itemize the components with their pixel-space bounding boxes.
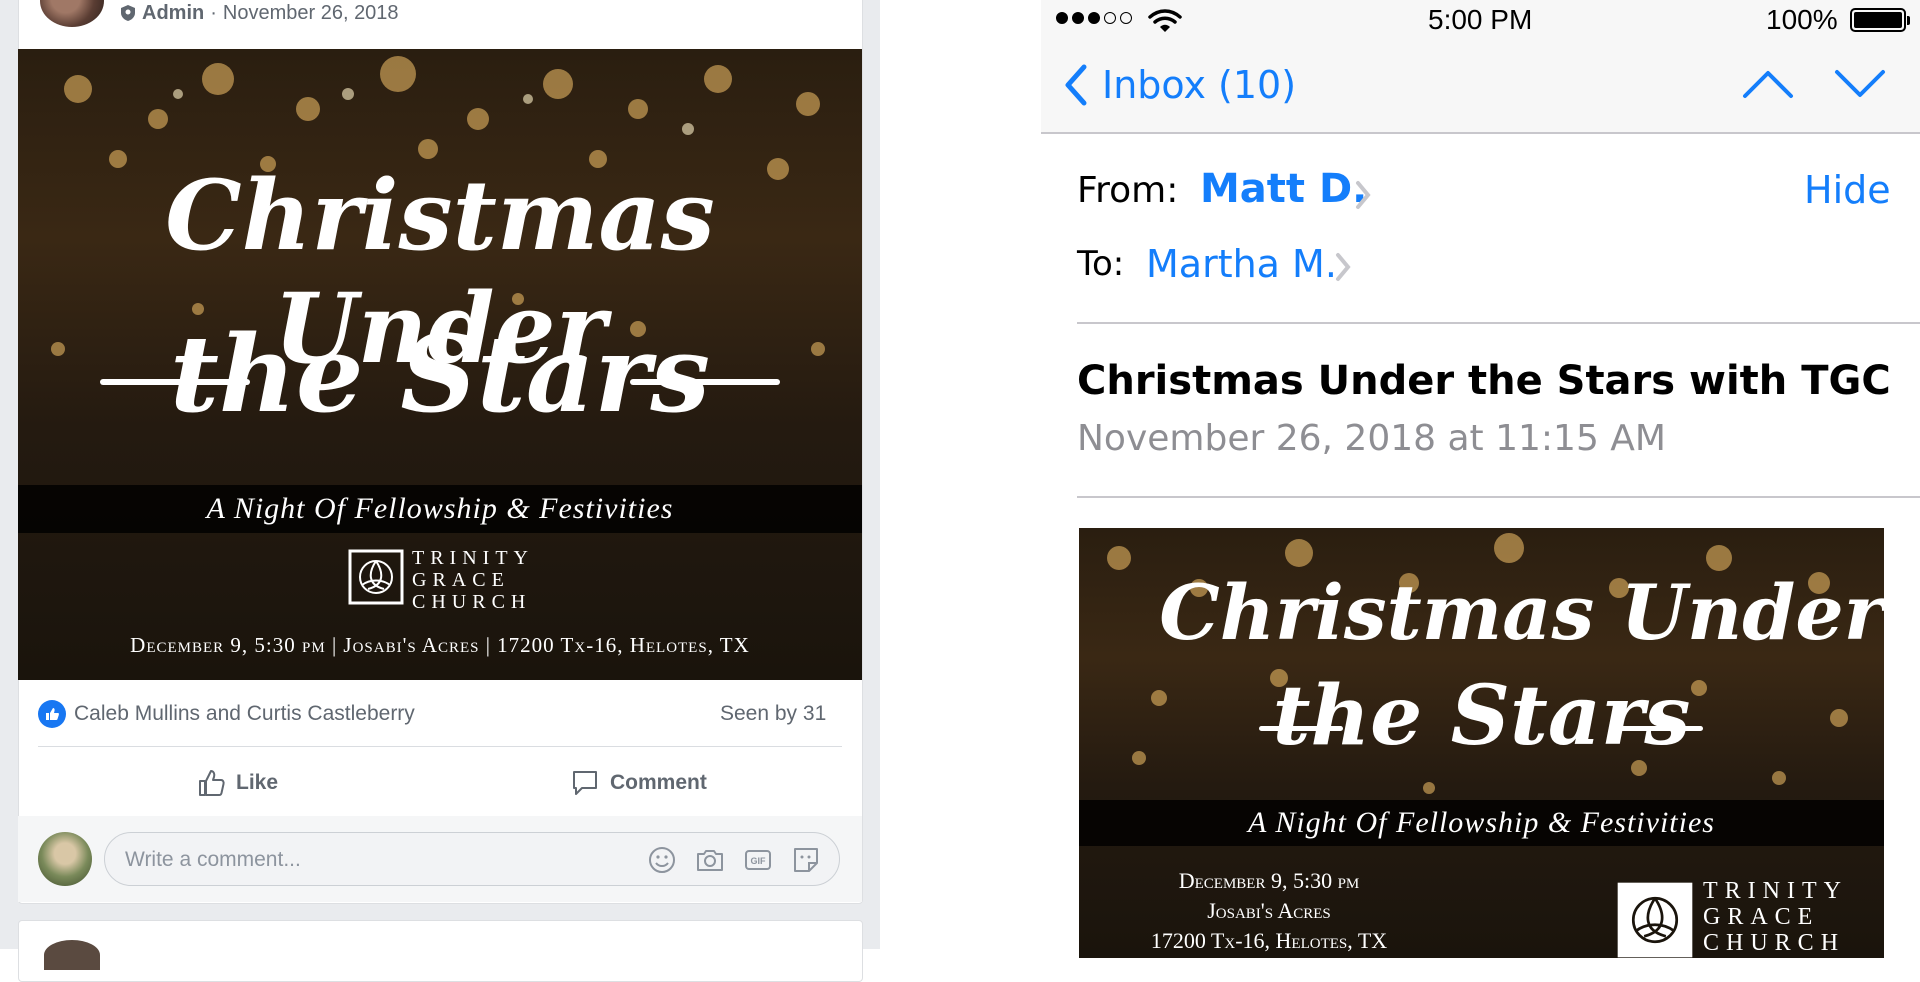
to-label: To: bbox=[1077, 244, 1125, 284]
seen-by-count[interactable]: Seen by 31 bbox=[720, 698, 826, 730]
from-label: From: bbox=[1077, 170, 1179, 211]
meta-separator: · bbox=[210, 1, 217, 24]
status-time: 5:00 PM bbox=[1428, 4, 1533, 35]
poster-title-line2: the Stars bbox=[169, 311, 711, 436]
poster-tagline: A Night Of Fellowship & Festivities bbox=[1079, 800, 1884, 846]
poster-details: December 9, 5:30 pm | Josabi's Acres | 1… bbox=[130, 633, 750, 657]
church-line3: CHURCH bbox=[1703, 930, 1846, 956]
chevron-left-icon bbox=[1065, 64, 1087, 106]
poster-title-line2: the Stars bbox=[1272, 668, 1691, 764]
poster-details-address: 17200 Tx-16, Helotes, TX bbox=[1150, 928, 1388, 953]
comment-label: Comment bbox=[610, 771, 707, 794]
next-message-icon[interactable] bbox=[1834, 68, 1886, 100]
poster-tagline: A Night Of Fellowship & Festivities bbox=[18, 485, 862, 533]
church-name: TRINITY GRACE CHURCH bbox=[412, 547, 534, 613]
post-date[interactable]: November 26, 2018 bbox=[223, 2, 399, 25]
gif-icon[interactable]: GIF bbox=[743, 845, 773, 875]
event-poster: Christmas Under the Stars A Night Of Fel… bbox=[1079, 528, 1884, 958]
svg-text:GIF: GIF bbox=[751, 856, 767, 866]
sticker-icon[interactable] bbox=[791, 845, 821, 875]
poster-details-venue: Josabi's Acres bbox=[1207, 898, 1331, 923]
next-post-avatar[interactable] bbox=[44, 940, 100, 970]
chevron-right-icon bbox=[1336, 253, 1351, 281]
church-logo-icon bbox=[348, 549, 404, 605]
church-name: TRINITY GRACE CHURCH bbox=[1703, 878, 1848, 956]
signal-strength-icon bbox=[1056, 12, 1132, 24]
mail-subject: Christmas Under the Stars with TGC bbox=[1077, 358, 1891, 404]
wifi-icon bbox=[1148, 9, 1182, 32]
church-line3: CHURCH bbox=[412, 591, 532, 613]
comment-bubble-icon bbox=[573, 771, 597, 795]
comment-input[interactable] bbox=[123, 843, 607, 877]
church-line1: TRINITY bbox=[1703, 878, 1848, 904]
chevron-right-icon bbox=[1356, 181, 1371, 209]
like-label: Like bbox=[236, 771, 279, 794]
author-role[interactable]: Admin bbox=[142, 2, 204, 25]
church-logo-icon bbox=[1617, 882, 1693, 958]
subject-divider bbox=[1077, 496, 1920, 498]
church-line2: GRACE bbox=[412, 569, 510, 591]
previous-message-icon[interactable] bbox=[1742, 68, 1794, 100]
poster-title-line1: Christmas Under bbox=[1159, 568, 1884, 657]
emoji-icon[interactable] bbox=[647, 845, 677, 875]
from-sender[interactable]: Matt D. bbox=[1200, 166, 1367, 212]
poster-details-date: December 9, 5:30 pm bbox=[1178, 868, 1360, 893]
church-line1: TRINITY bbox=[412, 547, 534, 569]
like-button[interactable]: Like bbox=[196, 762, 278, 804]
post-image[interactable]: Christmas Under the Stars A Night Of Fel… bbox=[18, 49, 862, 680]
reactions-names[interactable]: Caleb Mullins and Curtis Castleberry bbox=[74, 702, 415, 726]
camera-icon[interactable] bbox=[695, 845, 725, 875]
poster-dash-right bbox=[630, 379, 780, 385]
battery-icon bbox=[1850, 8, 1910, 32]
inbox-label: Inbox (10) bbox=[1102, 63, 1297, 107]
header-divider bbox=[1077, 322, 1920, 324]
battery-percent: 100% bbox=[1766, 4, 1838, 35]
current-user-avatar[interactable] bbox=[38, 832, 92, 886]
back-to-inbox[interactable]: Inbox (10) bbox=[1062, 60, 1296, 110]
next-post-card bbox=[18, 920, 863, 982]
like-reaction-icon bbox=[38, 700, 66, 728]
poster-details-block: December 9, 5:30 pm Josabi's Acres 17200… bbox=[1109, 866, 1429, 956]
mail-date: November 26, 2018 at 11:15 AM bbox=[1077, 418, 1666, 459]
thumbs-up-icon bbox=[199, 770, 225, 796]
comment-field[interactable]: GIF bbox=[104, 832, 840, 886]
mail-poster-image[interactable]: Christmas Under the Stars A Night Of Fel… bbox=[1079, 528, 1884, 958]
church-line2: GRACE bbox=[1703, 904, 1820, 930]
post-meta: Admin · November 26, 2018 bbox=[120, 0, 399, 26]
poster-dash-right bbox=[1619, 726, 1703, 731]
reactions-divider bbox=[38, 746, 842, 747]
admin-shield-icon bbox=[121, 5, 135, 21]
to-recipient[interactable]: Martha M. bbox=[1146, 242, 1337, 286]
comment-button[interactable]: Comment bbox=[570, 762, 707, 804]
event-poster: Christmas Under the Stars A Night Of Fel… bbox=[18, 49, 862, 680]
reactions-summary[interactable]: Caleb Mullins and Curtis Castleberry bbox=[38, 698, 415, 730]
hide-button[interactable]: Hide bbox=[1804, 168, 1891, 212]
